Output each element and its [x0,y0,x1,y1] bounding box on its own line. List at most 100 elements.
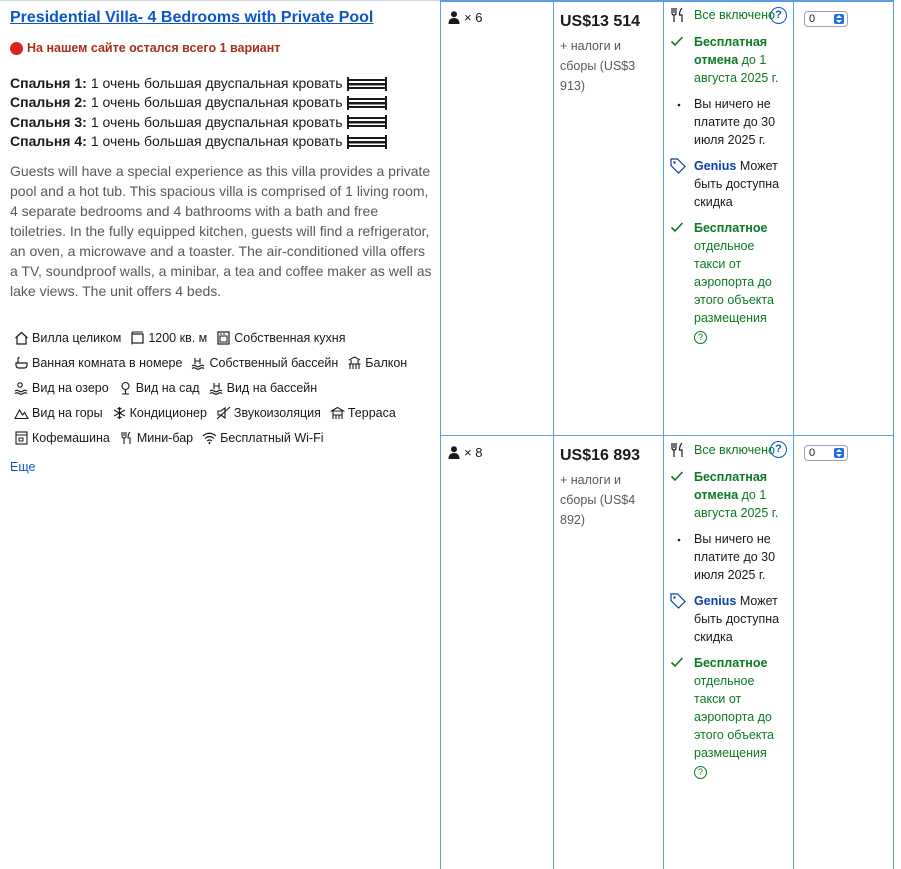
room-title-link[interactable]: Presidential Villa- 4 Bedrooms with Priv… [10,9,373,27]
meal-plan-text: Все включено [694,8,775,22]
pay-later: Вы ничего не платите до 30 июля 2025 г. [668,530,788,584]
facility-item: Вид на озеро [14,381,109,395]
bed-value: 1 очень большая двуспальная кровать [90,75,343,91]
scarcity-message: На нашем сайте остался всего 1 вариант [10,41,280,55]
facility-item: Мини-бар [119,431,193,445]
tag-icon [670,158,686,174]
table-divider [440,435,894,436]
facility-row: Кофемашина Мини-бар Бесплатный Wi-Fi [14,425,434,450]
red-dot-icon [10,41,23,55]
checkmark-icon [670,222,684,233]
guest-count-text: × 6 [464,10,483,25]
taxi-text: отдельное такси от аэропорта до этого об… [694,239,774,325]
lake-icon [14,381,28,395]
pool-view-icon [209,382,222,395]
room-quantity-select[interactable]: 0 [804,445,848,461]
room-quantity-value: 0 [809,13,816,25]
facility-item: Вид на сад [118,381,200,395]
bed-icon [346,115,387,130]
facility-label: Бесплатный Wi-Fi [220,430,324,445]
guest-count-text: × 8 [464,445,483,460]
soundproof-icon [216,406,231,419]
meal-plan-text: Все включено [694,443,775,457]
bed-row: Спальня 3: 1 очень большая двуспальная к… [10,113,388,132]
snowflake-icon [113,406,125,419]
pay-later: Вы ничего не платите до 30 июля 2025 г. [668,95,788,149]
conditions-cell: Все включено Бесплатная отмена до 1 авгу… [668,441,788,780]
facility-label: Звукоизоляция [233,405,321,420]
facility-item: 1200 кв. м [130,331,207,345]
facility-item: Вид на горы [14,406,103,420]
more-facilities-link[interactable]: Еще [10,460,35,474]
checkmark-icon [670,471,684,482]
bed-list: Спальня 1: 1 очень большая двуспальная к… [10,74,388,151]
facility-label: Кондиционер [129,405,207,420]
garden-icon [121,381,130,395]
facility-label: Вид на бассейн [226,380,318,395]
price-cell: US$16 893 + налоги и сборы (US$4 892) [560,446,660,530]
facility-item: Бесплатный Wi-Fi [202,430,324,445]
free-taxi: Бесплатное отдельное такси от аэропорта … [668,654,788,780]
facility-row: Вилла целиком 1200 кв. м Собственная кух… [14,325,434,350]
genius-discount: Genius Может быть доступна скидка [668,592,788,646]
person-icon [448,446,460,459]
scarcity-text: На нашем сайте остался всего 1 вариант [27,41,281,55]
free-taxi: Бесплатное отдельное такси от аэропорта … [668,219,788,345]
bed-row: Спальня 2: 1 очень большая двуспальная к… [10,93,388,112]
facility-label: Ванная комната в номере [32,355,183,370]
bed-value: 1 очень большая двуспальная кровать [90,113,343,130]
price-cell: US$13 514 + налоги и сборы (US$3 913) [560,12,660,96]
bed-label: Спальня 3: [10,113,87,130]
facility-row: Вид на горы Кондиционер Звукоизоляция Те… [14,400,434,425]
checkmark-icon [670,657,684,668]
cutlery-icon [671,7,683,22]
pool-icon [192,357,205,370]
free-cancellation: Бесплатная отмена до 1 августа 2025 г. [668,468,788,522]
facility-label: Мини-бар [136,430,194,445]
facility-label: Вид на озеро [32,380,109,395]
facility-item: Балкон [347,356,407,370]
facility-item: Собственная кухня [216,331,345,345]
wifi-icon [202,432,217,444]
bed-value: 1 очень большая двуспальная кровать [90,132,343,149]
facility-label: Вилла целиком [32,330,122,345]
house-icon [15,331,28,345]
facility-label: Вид на горы [32,405,103,420]
checkmark-icon [670,36,684,47]
bed-value: 1 очень большая двуспальная кровать [90,94,343,111]
area-icon [131,331,144,344]
select-arrows-icon [834,14,844,24]
bed-row: Спальня 1: 1 очень большая двуспальная к… [10,74,388,93]
taxes-text: + налоги и сборы (US$4 892) [560,473,636,527]
meal-plan: Все включено [668,6,788,24]
facility-list: Вилла целиком 1200 кв. м Собственная кух… [14,325,434,450]
facility-label: Терраса [347,405,396,420]
room-quantity-select[interactable]: 0 [804,11,848,27]
help-icon[interactable]: ? [694,331,707,344]
bed-label: Спальня 4: [10,132,87,149]
help-icon[interactable]: ? [694,766,707,779]
conditions-cell: Все включено Бесплатная отмена до 1 авгу… [668,6,788,345]
taxi-bold: Бесплатное [694,221,768,235]
facility-label: 1200 кв. м [148,330,208,345]
terrace-icon [329,406,345,419]
taxi-bold: Бесплатное [694,656,768,670]
free-cancellation: Бесплатная отмена до 1 августа 2025 г. [668,33,788,87]
tag-icon [670,593,686,609]
facility-item: Ванная комната в номере [14,356,182,370]
kitchen-icon [217,330,230,345]
facility-item: Вилла целиком [14,331,121,345]
select-arrows-icon [834,448,844,458]
bed-label: Спальня 2: [10,94,87,111]
facility-label: Балкон [365,355,408,370]
pay-later-text: Вы ничего не платите до 30 июля 2025 г. [694,532,776,582]
table-divider [440,0,894,2]
mountain-icon [14,408,29,419]
bath-icon [15,356,28,369]
person-icon [448,11,460,24]
facility-item: Кофемашина [14,431,110,445]
bed-label: Спальня 1: [10,75,87,91]
room-description: Guests will have a special experience as… [10,163,432,299]
meal-plan: Все включено [668,441,788,459]
pay-later-text: Вы ничего не платите до 30 июля 2025 г. [694,97,776,147]
